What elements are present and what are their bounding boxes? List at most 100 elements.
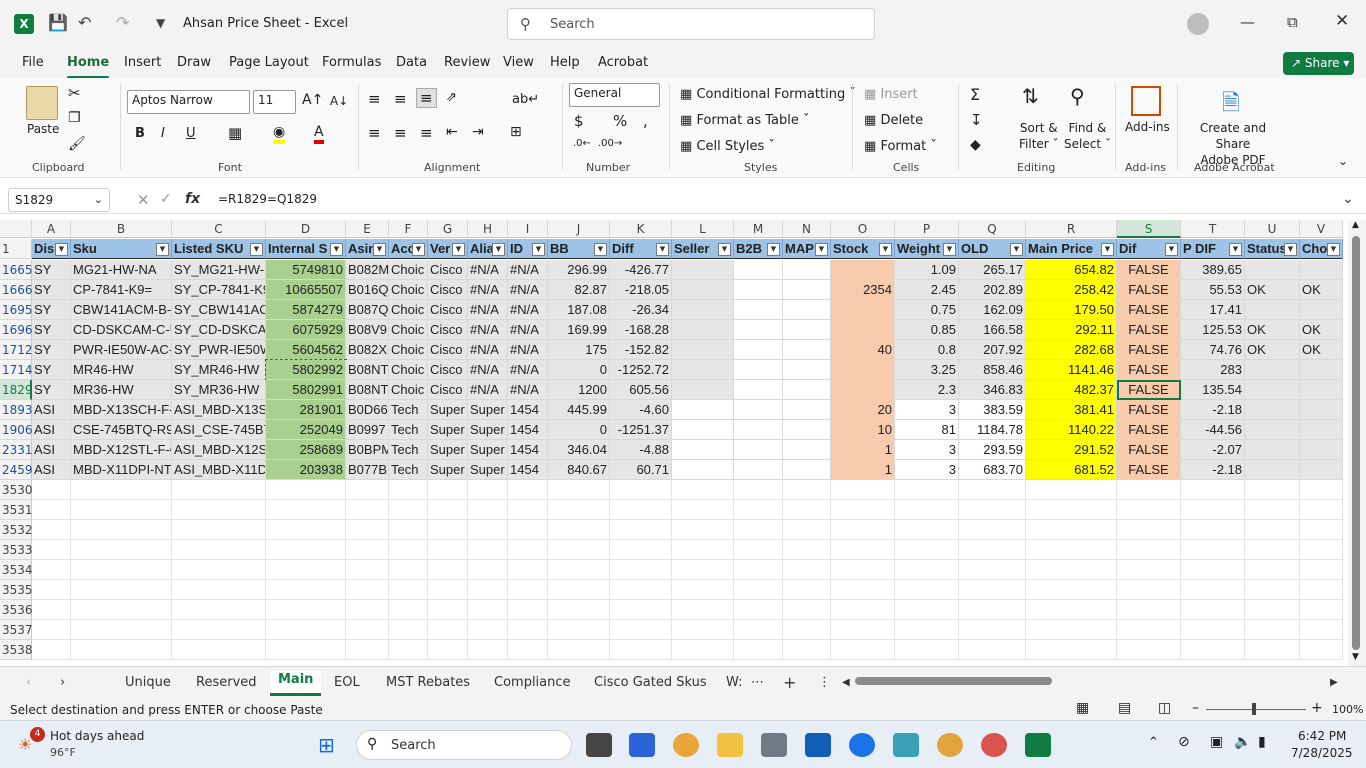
table-cell[interactable]: 0.8 xyxy=(895,340,959,360)
table-cell[interactable]: #N/A xyxy=(468,380,508,400)
empty-cell[interactable] xyxy=(389,600,428,620)
sheet-tab-mst-rebates[interactable]: MST Rebates xyxy=(386,675,470,690)
font-name-select[interactable]: Aptos Narrow xyxy=(127,90,250,114)
table-cell[interactable]: 169.99 xyxy=(548,320,610,340)
table-cell[interactable] xyxy=(1245,400,1300,420)
table-cell[interactable]: 252049 xyxy=(266,420,346,440)
column-header-u[interactable]: U xyxy=(1245,220,1300,238)
table-cell[interactable]: B077B xyxy=(346,460,389,480)
empty-cell[interactable] xyxy=(1181,600,1245,620)
empty-cell[interactable] xyxy=(672,580,734,600)
empty-cell[interactable] xyxy=(346,620,389,640)
align-center-icon[interactable]: ≡ xyxy=(394,124,407,142)
filter-dropdown-icon[interactable]: ▼ xyxy=(250,243,263,256)
empty-cell[interactable] xyxy=(389,560,428,580)
paste-icon[interactable] xyxy=(26,86,58,120)
empty-cell[interactable] xyxy=(266,600,346,620)
empty-cell[interactable] xyxy=(1300,580,1343,600)
empty-cell[interactable] xyxy=(783,500,831,520)
column-header-p[interactable]: P xyxy=(895,220,959,238)
align-middle-icon[interactable]: ≡ xyxy=(394,90,407,108)
table-cell[interactable] xyxy=(1245,380,1300,400)
empty-cell[interactable] xyxy=(610,600,672,620)
filter-dropdown-icon[interactable]: ▼ xyxy=(1101,243,1114,256)
empty-cell[interactable] xyxy=(734,580,783,600)
empty-cell[interactable] xyxy=(508,640,548,660)
empty-cell[interactable] xyxy=(1245,580,1300,600)
table-cell[interactable] xyxy=(1300,360,1343,380)
empty-cell[interactable] xyxy=(831,600,895,620)
table-cell[interactable]: 0 xyxy=(548,360,610,380)
table-cell[interactable]: 346.83 xyxy=(959,380,1026,400)
column-header-t[interactable]: T xyxy=(1181,220,1245,238)
table-cell[interactable]: Cisco xyxy=(428,340,468,360)
filter-dropdown-icon[interactable]: ▼ xyxy=(492,243,505,256)
delete-cells-button[interactable]: ▦ Delete xyxy=(864,113,923,128)
table-cell[interactable]: Super xyxy=(468,440,508,460)
table-cell[interactable]: 0 xyxy=(548,420,610,440)
table-cell[interactable]: #N/A xyxy=(468,360,508,380)
table-cell[interactable]: MG21-HW-NA xyxy=(71,260,172,280)
empty-cell[interactable] xyxy=(610,500,672,520)
table-cell[interactable]: FALSE xyxy=(1117,340,1181,360)
insert-function-icon[interactable]: fx xyxy=(185,191,200,207)
cut-icon[interactable]: ✂ xyxy=(68,84,81,102)
empty-cell[interactable] xyxy=(548,480,610,500)
calculator-icon[interactable] xyxy=(761,733,787,757)
empty-cell[interactable] xyxy=(1117,540,1181,560)
row-header[interactable]: 3536 xyxy=(0,600,33,620)
table-cell[interactable] xyxy=(1245,260,1300,280)
filter-dropdown-icon[interactable]: ▼ xyxy=(1010,243,1023,256)
table-cell[interactable]: Choic xyxy=(389,380,428,400)
table-cell[interactable]: SY xyxy=(32,320,71,340)
table-cell[interactable]: B08NT xyxy=(346,380,389,400)
file-explorer-icon[interactable] xyxy=(717,733,743,757)
empty-cell[interactable] xyxy=(895,520,959,540)
table-cell[interactable]: 654.82 xyxy=(1026,260,1117,280)
table-cell[interactable]: OK xyxy=(1300,280,1343,300)
empty-cell[interactable] xyxy=(734,600,783,620)
table-cell[interactable]: SY_CP-7841-K9 xyxy=(172,280,266,300)
column-header-m[interactable]: M xyxy=(734,220,783,238)
empty-cell[interactable] xyxy=(32,640,71,660)
table-cell[interactable]: -426.77 xyxy=(610,260,672,280)
table-cell[interactable]: -1251.37 xyxy=(610,420,672,440)
table-cell[interactable]: 40 xyxy=(831,340,895,360)
row-header[interactable]: 1666 xyxy=(0,280,33,300)
table-cell[interactable]: 282.68 xyxy=(1026,340,1117,360)
empty-cell[interactable] xyxy=(508,480,548,500)
sheet-tab-compliance[interactable]: Compliance xyxy=(494,675,571,690)
table-cell[interactable] xyxy=(734,360,783,380)
vertical-scrollbar[interactable]: ▲ ▼ xyxy=(1348,220,1366,666)
empty-cell[interactable] xyxy=(389,640,428,660)
autosum-icon[interactable]: Σ xyxy=(970,85,980,104)
row-header[interactable]: 3530 xyxy=(0,480,33,500)
empty-cell[interactable] xyxy=(895,620,959,640)
table-cell[interactable] xyxy=(1300,420,1343,440)
percent-icon[interactable]: % xyxy=(613,112,627,130)
empty-cell[interactable] xyxy=(32,500,71,520)
empty-cell[interactable] xyxy=(32,540,71,560)
table-cell[interactable]: 258.42 xyxy=(1026,280,1117,300)
empty-cell[interactable] xyxy=(1300,620,1343,640)
table-cell[interactable]: 55.53 xyxy=(1181,280,1245,300)
filter-dropdown-icon[interactable]: ▼ xyxy=(1284,243,1297,256)
table-cell[interactable]: FALSE xyxy=(1117,320,1181,340)
table-cell[interactable]: Super xyxy=(468,420,508,440)
table-cell[interactable]: 207.92 xyxy=(959,340,1026,360)
empty-cell[interactable] xyxy=(1300,640,1343,660)
table-cell[interactable] xyxy=(734,460,783,480)
wrap-text-icon[interactable]: ab↵ xyxy=(512,92,539,107)
table-cell[interactable]: ASI xyxy=(32,460,71,480)
collapse-ribbon-icon[interactable]: ⌄ xyxy=(1338,154,1348,168)
table-cell[interactable]: 2.45 xyxy=(895,280,959,300)
clock-date[interactable]: 7/28/2025 xyxy=(1291,746,1353,760)
table-cell[interactable]: 389.65 xyxy=(1181,260,1245,280)
empty-cell[interactable] xyxy=(734,500,783,520)
tab-formulas[interactable]: Formulas xyxy=(322,55,381,70)
empty-cell[interactable] xyxy=(172,640,266,660)
table-cell[interactable]: ASI_MBD-X13S xyxy=(172,400,266,420)
table-cell[interactable]: Choic xyxy=(389,360,428,380)
table-cell[interactable]: OK xyxy=(1245,340,1300,360)
empty-cell[interactable] xyxy=(610,540,672,560)
